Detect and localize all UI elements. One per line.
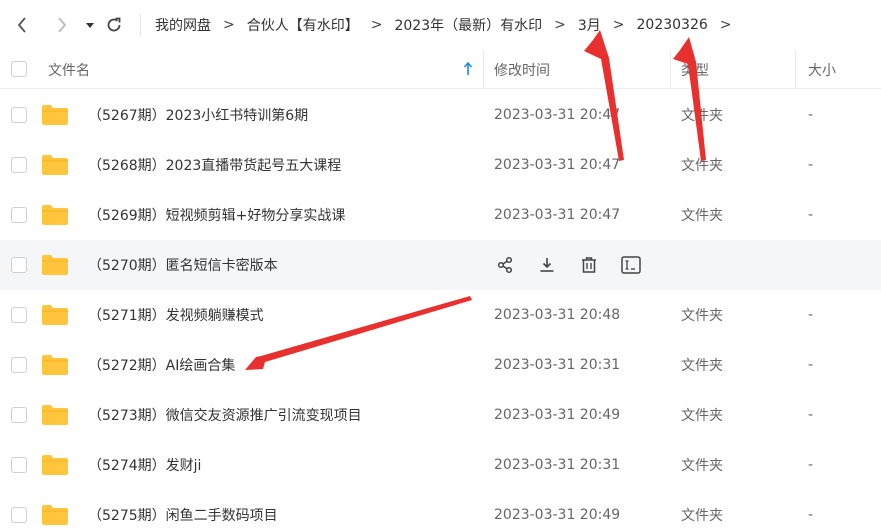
file-type: 文件夹 xyxy=(681,408,723,424)
breadcrumb-separator: > xyxy=(612,17,625,33)
row-checkbox[interactable] xyxy=(11,107,27,123)
breadcrumb-item-partner[interactable]: 合伙人【有水印】 xyxy=(247,15,359,35)
row-checkbox[interactable] xyxy=(11,457,27,473)
row-checkbox[interactable] xyxy=(11,307,27,323)
column-divider[interactable] xyxy=(483,50,484,89)
file-size: - xyxy=(808,157,814,173)
select-all-checkbox[interactable] xyxy=(11,61,27,77)
back-arrow-icon[interactable] xyxy=(12,13,32,37)
folder-icon xyxy=(42,205,68,225)
refresh-icon[interactable] xyxy=(104,13,124,37)
breadcrumb-item-march[interactable]: 3月 xyxy=(578,15,601,35)
folder-icon xyxy=(42,305,68,325)
file-name[interactable]: （5270期）匿名短信卡密版本 xyxy=(88,240,278,290)
file-name[interactable]: （5275期）闲鱼二手数码项目 xyxy=(88,490,278,532)
file-modified-time: 2023-03-31 20:47 xyxy=(494,207,621,223)
file-type: 文件夹 xyxy=(681,458,723,474)
row-checkbox[interactable] xyxy=(11,407,27,423)
row-checkbox[interactable] xyxy=(11,257,27,273)
file-size: - xyxy=(808,307,814,323)
breadcrumb-item-date[interactable]: 20230326 xyxy=(637,17,708,33)
file-size: - xyxy=(808,207,814,223)
breadcrumb: 我的网盘 > 合伙人【有水印】 > 2023年（最新）有水印 > 3月 > 20… xyxy=(155,0,744,50)
folder-icon xyxy=(42,355,68,375)
file-type: 文件夹 xyxy=(681,108,723,124)
download-icon[interactable] xyxy=(536,254,558,276)
file-name[interactable]: （5267期）2023小红书特训第6期 xyxy=(88,90,308,140)
breadcrumb-separator: > xyxy=(719,17,732,33)
row-actions xyxy=(494,240,642,290)
folder-icon xyxy=(42,455,68,475)
file-row[interactable]: （5271期）发视频躺赚模式 2023-03-31 20:48 文件夹 - xyxy=(0,290,881,340)
file-size: - xyxy=(808,507,814,523)
breadcrumb-separator: > xyxy=(554,17,566,33)
file-name[interactable]: （5272期）AI绘画合集 xyxy=(88,340,235,390)
folder-icon xyxy=(42,155,68,175)
column-header-type[interactable]: 类型 xyxy=(681,50,709,89)
file-modified-time: 2023-03-31 20:31 xyxy=(494,357,621,373)
breadcrumb-item-2023[interactable]: 2023年（最新）有水印 xyxy=(394,15,542,35)
share-icon[interactable] xyxy=(494,254,516,276)
file-row[interactable]: （5269期）短视频剪辑+好物分享实战课 2023-03-31 20:47 文件… xyxy=(0,190,881,240)
history-dropdown-icon[interactable] xyxy=(80,13,100,37)
folder-icon xyxy=(42,105,68,125)
file-modified-time: 2023-03-31 20:31 xyxy=(494,457,621,473)
column-divider[interactable] xyxy=(670,50,671,89)
breadcrumb-separator: > xyxy=(223,17,235,33)
file-size: - xyxy=(808,457,814,473)
row-checkbox[interactable] xyxy=(11,207,27,223)
file-modified-time: 2023-03-31 20:49 xyxy=(494,407,621,423)
file-type: 文件夹 xyxy=(681,158,723,174)
folder-icon xyxy=(42,255,68,275)
file-modified-time: 2023-03-31 20:47 xyxy=(494,107,621,123)
file-row[interactable]: （5273期）微信交友资源推广引流变现项目 2023-03-31 20:49 文… xyxy=(0,390,881,440)
toolbar: 我的网盘 > 合伙人【有水印】 > 2023年（最新）有水印 > 3月 > 20… xyxy=(0,0,881,50)
file-row[interactable]: （5274期）发财ji 2023-03-31 20:31 文件夹 - xyxy=(0,440,881,490)
file-type: 文件夹 xyxy=(681,208,723,224)
delete-icon[interactable] xyxy=(578,254,600,276)
file-row[interactable]: （5268期）2023直播带货起号五大课程 2023-03-31 20:47 文… xyxy=(0,140,881,190)
rename-icon[interactable] xyxy=(620,254,642,276)
file-name[interactable]: （5274期）发财ji xyxy=(88,440,201,490)
row-checkbox[interactable] xyxy=(11,157,27,173)
file-row[interactable]: （5272期）AI绘画合集 2023-03-31 20:31 文件夹 - xyxy=(0,340,881,390)
file-size: - xyxy=(808,357,814,373)
file-row-hovered[interactable]: （5270期）匿名短信卡密版本 xyxy=(0,240,881,290)
row-checkbox[interactable] xyxy=(11,357,27,373)
file-size: - xyxy=(808,107,814,123)
file-modified-time: 2023-03-31 20:49 xyxy=(494,507,621,523)
column-header-size[interactable]: 大小 xyxy=(808,50,836,89)
file-name[interactable]: （5269期）短视频剪辑+好物分享实战课 xyxy=(88,190,345,240)
file-list-header: 文件名 修改时间 类型 大小 xyxy=(0,50,881,89)
forward-arrow-icon[interactable] xyxy=(52,13,72,37)
column-header-name[interactable]: 文件名 xyxy=(48,50,90,89)
folder-icon xyxy=(42,505,68,525)
file-name[interactable]: （5271期）发视频躺赚模式 xyxy=(88,290,264,340)
row-checkbox[interactable] xyxy=(11,507,27,523)
column-header-time[interactable]: 修改时间 xyxy=(494,50,550,89)
toolbar-divider xyxy=(140,14,141,36)
file-row[interactable]: （5267期）2023小红书特训第6期 2023-03-31 20:47 文件夹… xyxy=(0,90,881,140)
file-size: - xyxy=(808,407,814,423)
sort-ascending-icon[interactable] xyxy=(463,61,473,80)
breadcrumb-item-root[interactable]: 我的网盘 xyxy=(155,15,211,35)
file-row[interactable]: （5275期）闲鱼二手数码项目 2023-03-31 20:49 文件夹 - xyxy=(0,490,881,532)
file-modified-time: 2023-03-31 20:47 xyxy=(494,157,621,173)
file-type: 文件夹 xyxy=(681,308,723,324)
file-name[interactable]: （5273期）微信交友资源推广引流变现项目 xyxy=(88,390,362,440)
file-name[interactable]: （5268期）2023直播带货起号五大课程 xyxy=(88,140,341,190)
file-type: 文件夹 xyxy=(681,358,723,374)
file-modified-time: 2023-03-31 20:48 xyxy=(494,307,621,323)
file-type: 文件夹 xyxy=(681,508,723,524)
column-divider[interactable] xyxy=(795,50,796,89)
breadcrumb-separator: > xyxy=(370,17,383,33)
folder-icon xyxy=(42,405,68,425)
